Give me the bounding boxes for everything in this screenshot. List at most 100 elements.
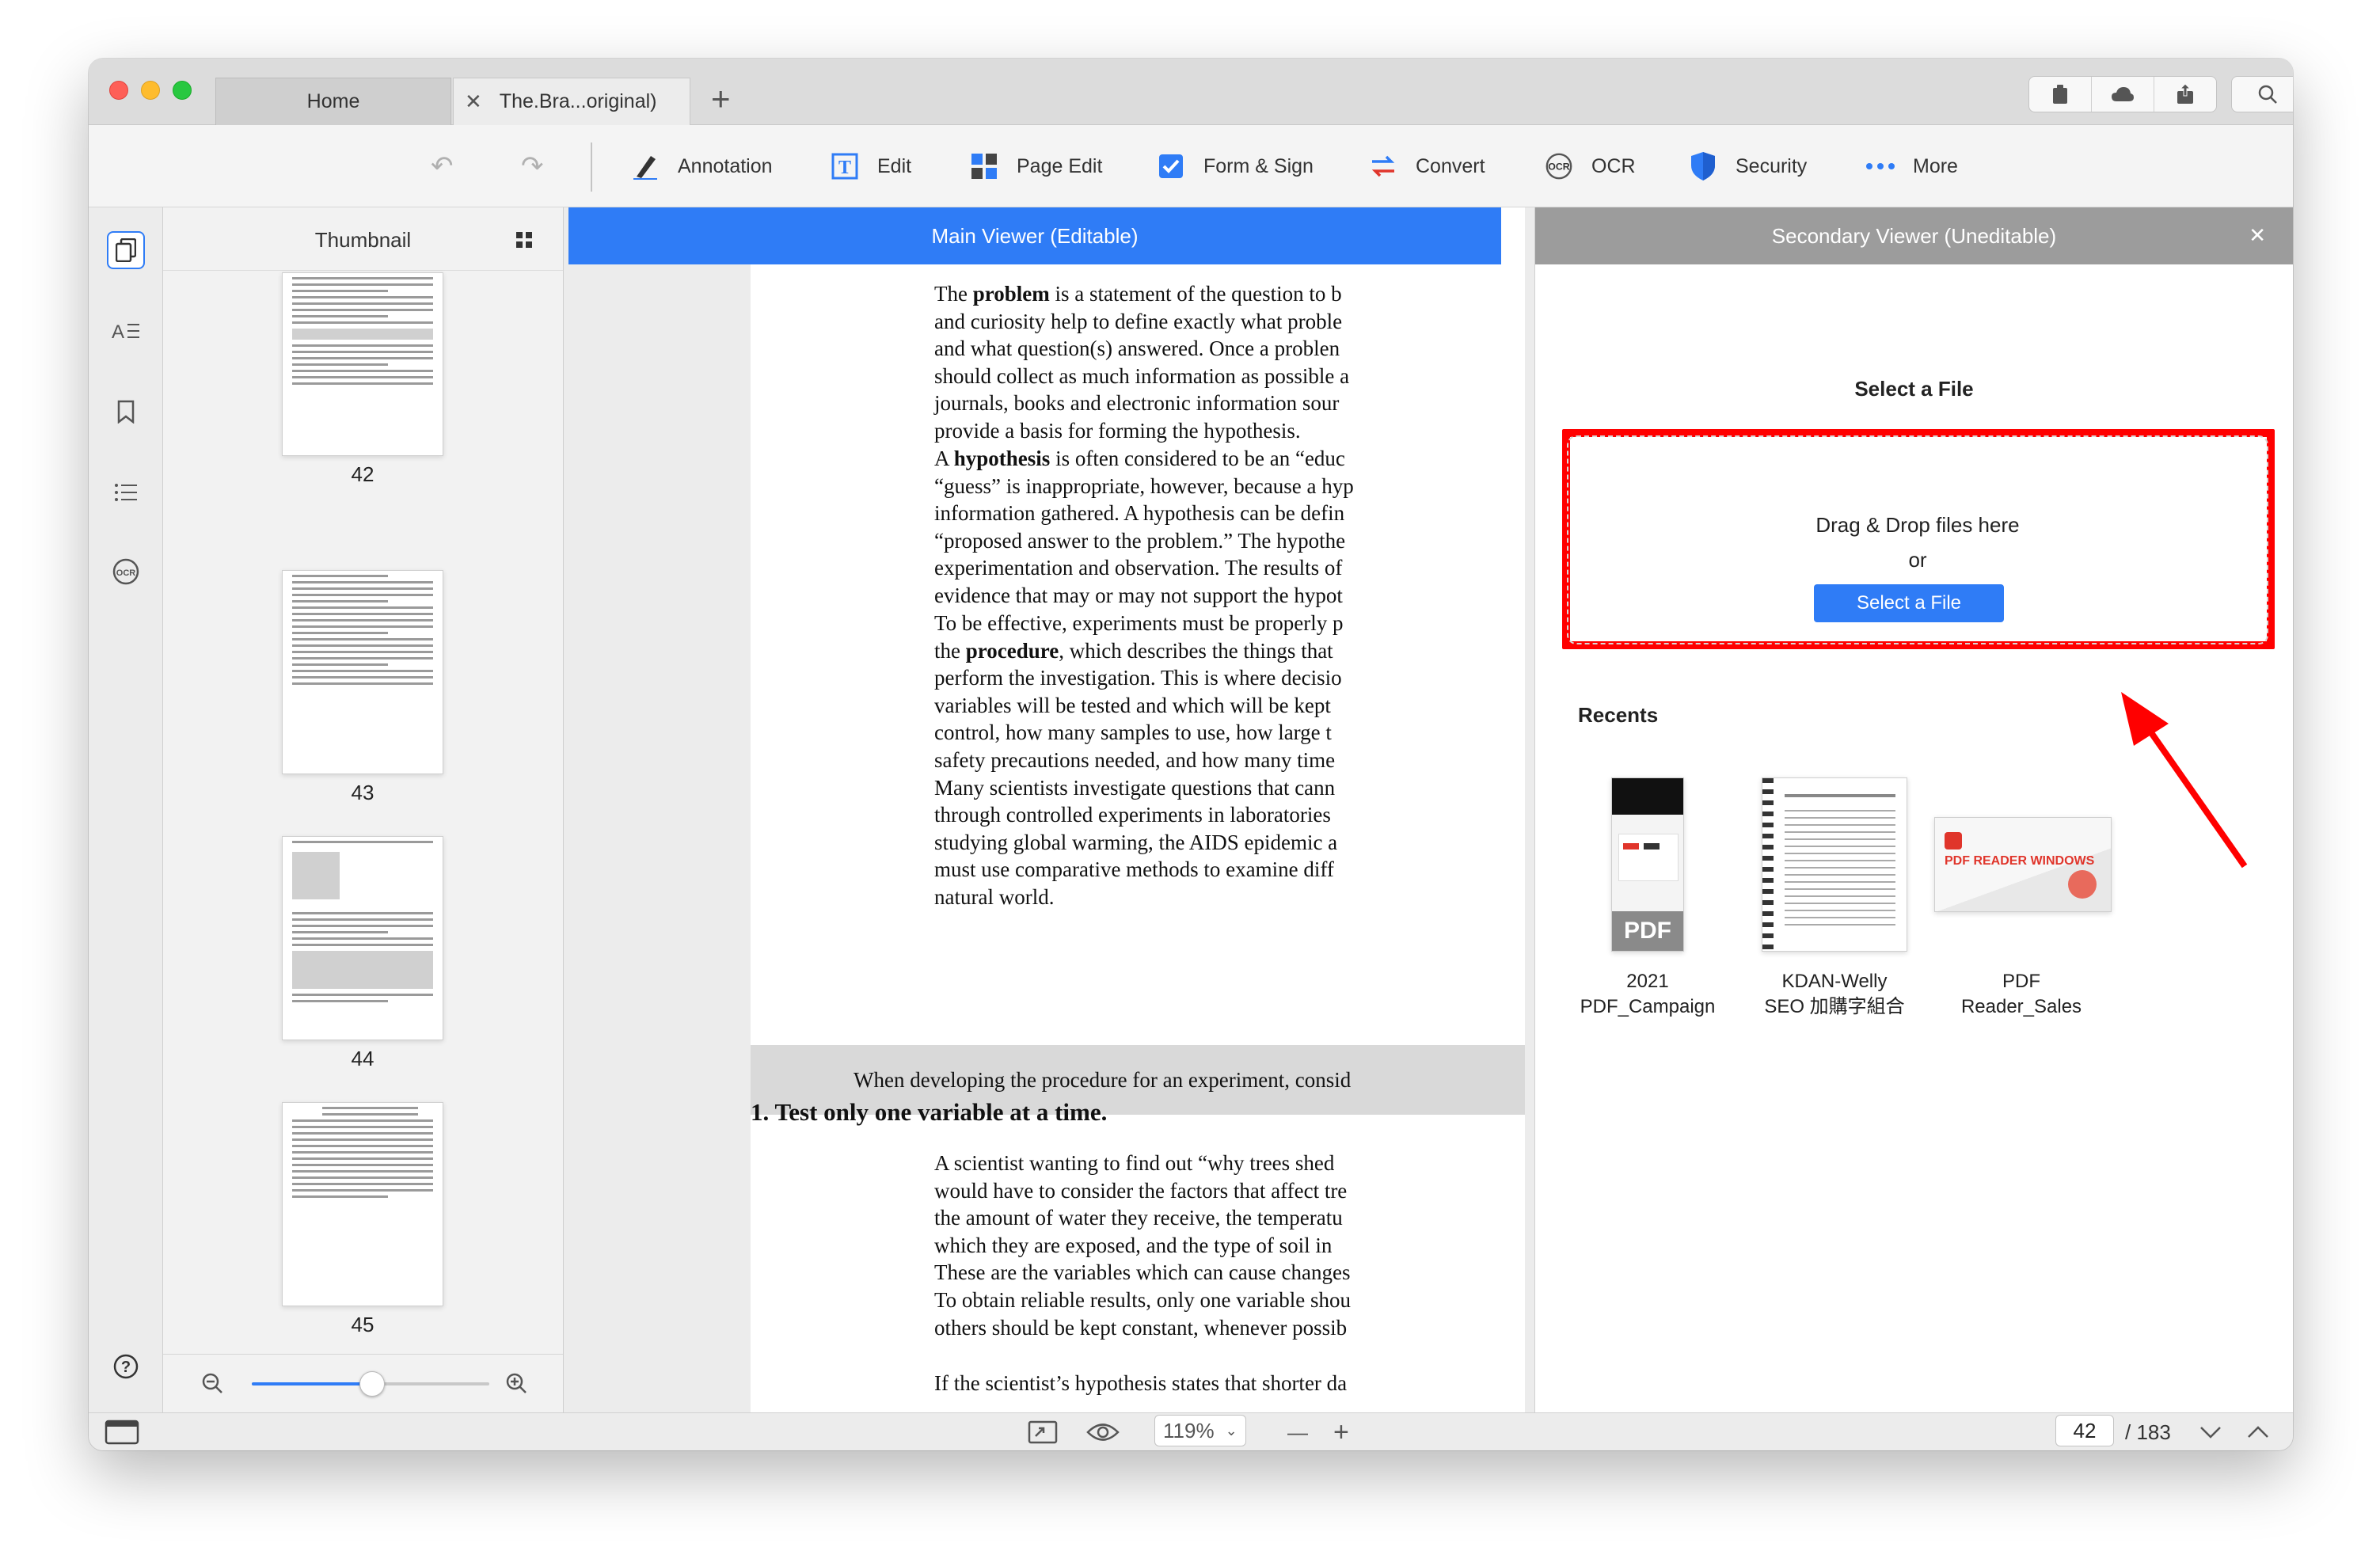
thumbnail-page[interactable] — [282, 836, 443, 1040]
minimize-window-button[interactable] — [141, 81, 160, 100]
recent-file-name-line: PDF_Campaign — [1580, 996, 1716, 1017]
checkbox-icon — [1156, 151, 1186, 181]
text-line: Many scientists investigate questions th… — [934, 775, 1336, 800]
recent-file-name-line: Reader_Sales — [1960, 996, 2082, 1017]
search-button[interactable] — [2231, 76, 2293, 112]
document-page[interactable]: The problem is a statement of the questi… — [751, 207, 1525, 1412]
convert-icon — [1368, 151, 1398, 181]
zoom-window-button[interactable] — [173, 81, 192, 100]
thumbnail-zoom-slider[interactable] — [252, 1371, 489, 1397]
svg-text:A: A — [112, 321, 124, 342]
pages-icon — [116, 238, 136, 262]
ocr-icon: OCR — [1544, 151, 1574, 181]
convert-label: Convert — [1416, 154, 1485, 177]
text-line: experimentation and observation. The res… — [934, 556, 1343, 580]
close-window-button[interactable] — [109, 81, 128, 100]
dropzone-text: Drag & Drop files here — [1815, 513, 2020, 537]
text-line: would have to consider the factors that … — [934, 1178, 1348, 1203]
svg-text:T: T — [838, 158, 851, 178]
edit-tool[interactable]: T Edit — [830, 146, 911, 187]
select-file-button[interactable]: Select a File — [1814, 584, 2004, 622]
new-tab-button[interactable]: + — [711, 82, 731, 116]
sidebar-toggle-icon[interactable] — [105, 1418, 139, 1446]
text-line: provide a basis for forming the hypothes… — [934, 418, 1301, 443]
slider-knob[interactable] — [359, 1371, 385, 1397]
recent-file-name-line: 2021 — [1626, 971, 1669, 992]
zoom-in-button[interactable]: + — [1333, 1417, 1349, 1447]
cloud-icon[interactable] — [2092, 77, 2154, 112]
select-file-title: Select a File — [1854, 377, 1974, 401]
callout-text: When developing the procedure for an exp… — [854, 1067, 1352, 1092]
text-line: and what question(s) answered. Once a pr… — [934, 336, 1340, 361]
tab-home[interactable]: Home — [215, 78, 451, 125]
text-line: must use comparative methods to examine … — [934, 857, 1334, 882]
page-total: / 183 — [2125, 1420, 2171, 1444]
recent-file-thumbnail — [1762, 777, 1907, 952]
close-tab-icon[interactable]: ✕ — [465, 89, 482, 114]
text-line: variables will be tested and which will … — [934, 693, 1331, 717]
edit-label: Edit — [877, 154, 912, 177]
ocr-tool[interactable]: OCR OCR — [1544, 146, 1636, 187]
tab-home-label: Home — [306, 90, 360, 112]
slider-fill — [252, 1382, 371, 1385]
form-sign-tool[interactable]: Form & Sign — [1156, 146, 1314, 187]
fit-page-icon[interactable] — [1028, 1418, 1058, 1446]
svg-text:?: ? — [121, 1359, 131, 1376]
main-viewer-header: Main Viewer (Editable) — [568, 207, 1501, 264]
dropzone-or: or — [1908, 548, 1927, 572]
recent-file-name: KDAN-Welly SEO 加購字組合 — [1747, 969, 1922, 1020]
zoom-out-icon[interactable] — [201, 1372, 223, 1398]
redo-icon[interactable]: ↷ — [521, 150, 544, 182]
annotation-tool[interactable]: Annotation — [630, 146, 773, 187]
pages-panel-button[interactable] — [107, 231, 145, 269]
thumbnail-page[interactable] — [282, 570, 443, 774]
tab-document-label: The.Bra...original) — [499, 90, 657, 112]
text-line: A scientist wanting to find out “why tre… — [934, 1151, 1335, 1175]
next-page-icon[interactable] — [2199, 1418, 2222, 1446]
security-tool[interactable]: Security — [1688, 146, 1807, 187]
text-line: If the scientist’s hypothesis states tha… — [934, 1371, 1348, 1395]
text-line: the amount of water they receive, the te… — [934, 1206, 1343, 1230]
zoom-value: 119% — [1163, 1418, 1215, 1442]
clipboard-icon[interactable] — [2029, 77, 2092, 112]
zoom-select[interactable]: 119% ⌄ — [1154, 1415, 1246, 1446]
paragraph-hypothesis-states: If the scientist’s hypothesis states tha… — [934, 1370, 1525, 1397]
main-viewer-title: Main Viewer (Editable) — [931, 223, 1139, 248]
section-heading: 1. Test only one variable at a time. — [751, 1098, 1108, 1126]
close-secondary-viewer-icon[interactable]: ✕ — [2249, 223, 2266, 248]
bookmarks-button[interactable] — [107, 393, 145, 431]
ocr-panel-button[interactable]: OCR — [107, 553, 145, 591]
recent-file[interactable]: PDF READER WINDOWS PDF Reader_Sales — [1934, 777, 2112, 1020]
text-search-button[interactable]: A — [107, 312, 145, 350]
share-icon[interactable] — [2154, 77, 2216, 112]
main-toolbar: ↶ ↷ Annotation T Edit Page Edit Form & S — [89, 125, 2293, 207]
more-tool[interactable]: More — [1865, 146, 1958, 187]
tab-document[interactable]: ✕ The.Bra...original) — [453, 78, 690, 125]
help-button[interactable]: ? — [107, 1347, 145, 1385]
text-line: the procedure, which describes the thing… — [934, 638, 1333, 663]
outline-button[interactable] — [107, 473, 145, 511]
recents-title: Recents — [1578, 703, 1659, 727]
undo-icon[interactable]: ↶ — [431, 150, 454, 182]
recent-file[interactable]: KDAN-Welly SEO 加購字組合 — [1747, 777, 1922, 1020]
text-line: perform the investigation. This is where… — [934, 666, 1342, 690]
text-line: To obtain reliable results, only one var… — [934, 1287, 1351, 1312]
thumbnail-page[interactable] — [282, 1102, 443, 1306]
file-dropzone[interactable]: Drag & Drop files here or Select a File — [1567, 435, 2268, 644]
page-edit-tool[interactable]: Page Edit — [969, 146, 1102, 187]
convert-tool[interactable]: Convert — [1368, 146, 1485, 187]
thumbnail-zoom-bar — [163, 1354, 563, 1412]
thumbnail-page[interactable] — [282, 272, 443, 456]
zoom-in-icon[interactable] — [505, 1372, 527, 1398]
text-line: should collect as much information as po… — [934, 363, 1350, 388]
page-number-input[interactable]: 42 — [2055, 1415, 2114, 1446]
recent-file[interactable]: PDF 2021 PDF_Campaign — [1561, 777, 1735, 1020]
thumbnail-grid-icon[interactable] — [515, 231, 533, 253]
text-line: control, how many samples to use, how la… — [934, 720, 1332, 745]
text-line: natural world. — [934, 884, 1055, 909]
zoom-out-button[interactable]: — — [1287, 1418, 1308, 1446]
view-mode-eye-icon[interactable] — [1086, 1418, 1120, 1446]
thumbnail-page-number: 44 — [351, 1047, 374, 1070]
previous-page-icon[interactable] — [2247, 1418, 2269, 1446]
app-window: Home ✕ The.Bra...original) + ↶ ↷ Annotat… — [89, 59, 2293, 1450]
